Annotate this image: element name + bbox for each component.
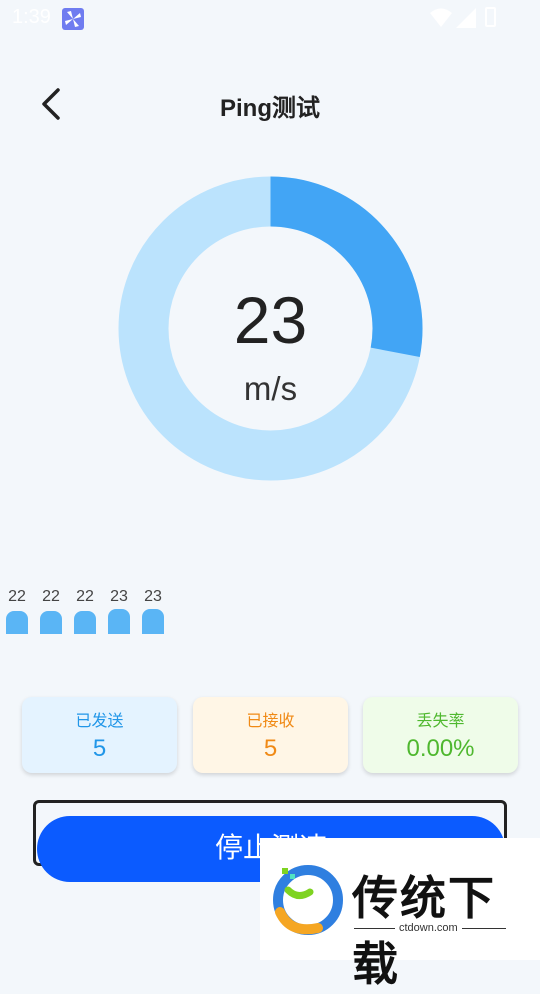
signal-icon: [456, 8, 476, 32]
battery-icon: [485, 7, 496, 27]
status-time: 1:39: [12, 6, 51, 28]
history-bar: [6, 611, 28, 634]
received-card: 已接收 5: [193, 697, 348, 773]
status-bar: 1:39: [0, 0, 540, 38]
sent-value: 5: [92, 735, 107, 762]
history-item: 22: [6, 588, 28, 634]
history-item: 23: [108, 588, 130, 634]
history-bar: [142, 609, 164, 634]
gauge-value: 23: [233, 283, 308, 357]
history-item: 22: [74, 588, 96, 634]
history-label: 23: [144, 588, 162, 605]
wifi-icon: [430, 8, 452, 32]
history-item: 22: [40, 588, 62, 634]
received-value: 5: [263, 735, 278, 762]
history-label: 22: [76, 588, 94, 605]
watermark-url: ctdown.com: [395, 922, 462, 934]
history-bar: [40, 611, 62, 634]
history-item: 23: [142, 588, 164, 634]
loss-label: 丢失率: [416, 711, 465, 730]
sent-card: 已发送 5: [22, 697, 177, 773]
page-title: Ping测试: [220, 95, 320, 122]
fan-app-icon: [62, 8, 84, 30]
history-bar: [108, 609, 130, 634]
sent-label: 已发送: [75, 711, 124, 730]
loss-card: 丢失率 0.00%: [363, 697, 518, 773]
history-bar: [74, 611, 96, 634]
history-label: 22: [42, 588, 60, 605]
received-label: 已接收: [246, 711, 295, 730]
gauge-unit: m/s: [243, 370, 298, 407]
watermark-logo-icon: [273, 865, 343, 935]
loss-value: 0.00%: [406, 735, 475, 762]
history-label: 22: [8, 588, 26, 605]
history-label: 23: [110, 588, 128, 605]
